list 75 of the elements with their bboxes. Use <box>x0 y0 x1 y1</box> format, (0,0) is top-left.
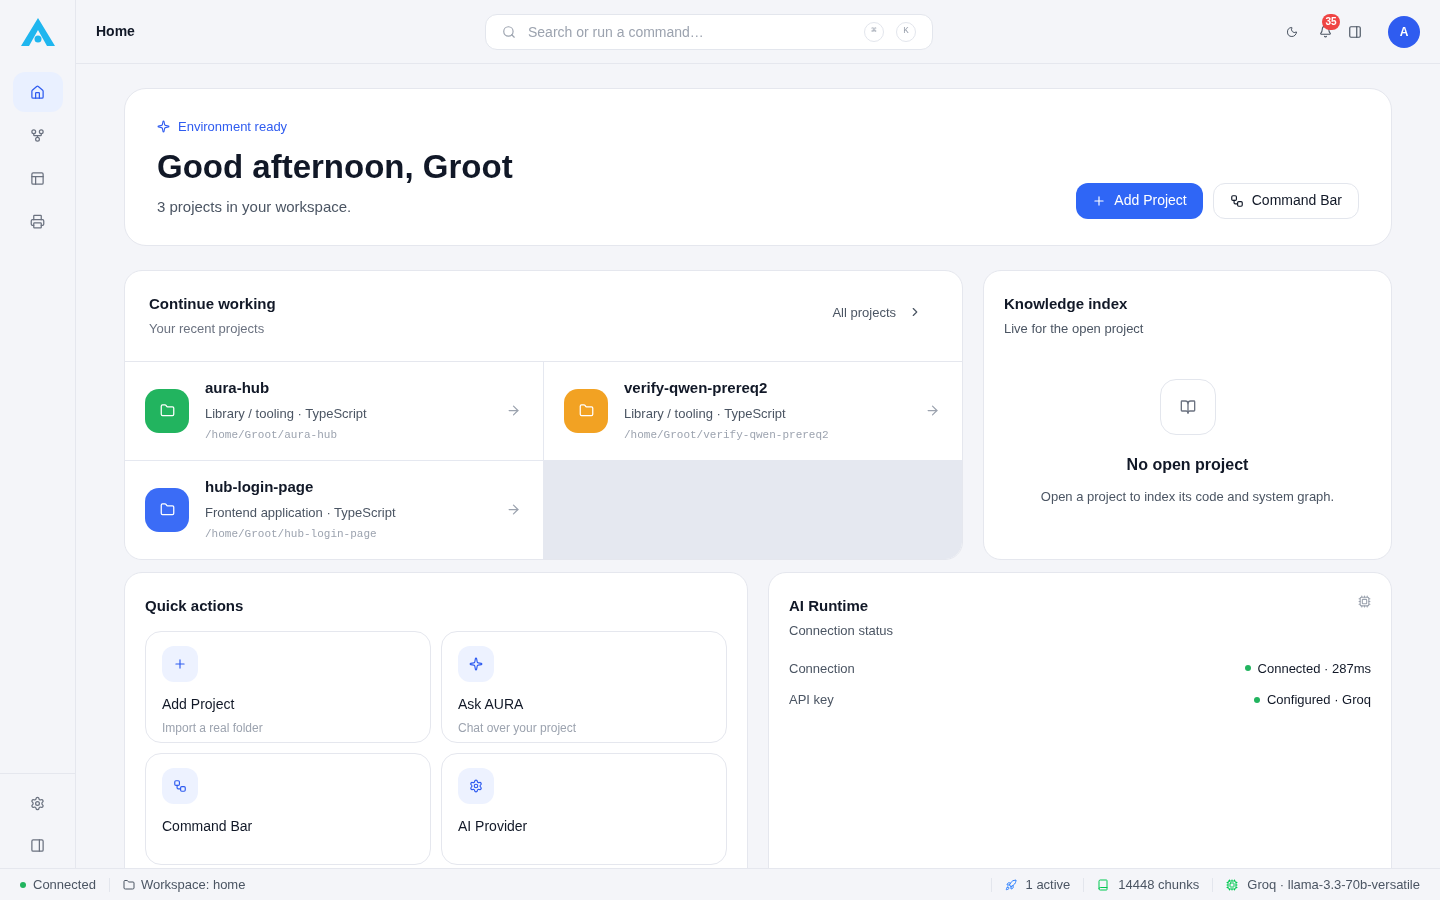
project-item[interactable]: hub-login-page Frontend application · TypeScript /home/Groot/hub-login-page <box>125 460 543 559</box>
summary-text: 3 projects in your workspace. <box>157 197 353 218</box>
status-text: Environment ready <box>178 118 288 136</box>
cpu-icon[interactable] <box>1358 594 1371 608</box>
empty-title: No open project <box>1126 454 1249 475</box>
add-project-button[interactable]: Add Project <box>1076 182 1203 219</box>
arrow-icon <box>506 502 521 518</box>
action-card[interactable]: Command Bar <box>145 753 431 866</box>
cpu-icon <box>1226 878 1239 891</box>
project-name: aura-hub <box>205 378 271 399</box>
folder-icon <box>159 403 175 419</box>
panel-icon[interactable] <box>1348 24 1362 39</box>
nodes-icon <box>173 779 187 794</box>
sparkle-icon <box>157 120 170 134</box>
project-meta: Library / tooling · TypeScript <box>205 404 368 423</box>
project-path: /home/Groot/hub-login-page <box>205 527 378 543</box>
folder-icon <box>122 878 135 891</box>
command-bar-button[interactable]: Command Bar <box>1212 182 1359 219</box>
project-meta: Frontend application · TypeScript <box>205 503 397 522</box>
branch-icon <box>30 127 45 143</box>
book-icon <box>1179 398 1196 415</box>
nav-item[interactable] <box>12 72 63 112</box>
empty-text: Open a project to index its code and system graph. <box>1040 487 1335 506</box>
plus-icon <box>1092 193 1107 208</box>
project-name: hub-login-page <box>205 477 315 498</box>
row-label: Connection <box>789 659 855 678</box>
row-label: API key <box>789 691 834 710</box>
avatar[interactable]: A <box>1388 15 1420 48</box>
project-item[interactable]: aura-hub Library / tooling · TypeScript /home/Groot/aura-hub <box>125 361 543 460</box>
search-icon <box>502 25 516 39</box>
plus-icon <box>173 657 187 672</box>
moon-icon[interactable] <box>1286 25 1298 38</box>
search-input[interactable]: Search or run a command… <box>528 21 852 43</box>
status-item: Groq · llama-3.3-70b-versatile <box>1247 875 1420 894</box>
layout-icon <box>30 170 45 186</box>
card-title: AI Runtime <box>789 595 870 616</box>
action-card[interactable]: Ask AURA Chat over your project <box>441 631 727 744</box>
project-path: /home/Groot/verify-qwen-prereq2 <box>624 428 830 444</box>
home-icon <box>30 84 45 100</box>
card-subtitle: Live for the open project <box>1004 320 1145 339</box>
action-card[interactable]: Add Project Import a real folder <box>145 631 431 744</box>
notification-icon[interactable] <box>1318 25 1332 38</box>
folder-icon <box>578 403 594 419</box>
connection-status: Connected <box>33 875 96 894</box>
greeting: Good afternoon, Groot <box>157 146 513 187</box>
printer-icon <box>30 213 45 229</box>
project-item[interactable]: verify-qwen-prereq2 Library / tooling · TypeScript /home/Groot/verify-qwen-prereq2 <box>544 361 962 460</box>
logo-icon <box>19 17 56 47</box>
rocket-icon <box>1004 878 1017 891</box>
status-item: 14448 chunks <box>1118 875 1200 894</box>
row-value: Configured · Groq <box>1266 691 1371 710</box>
arrow-icon <box>925 403 940 419</box>
card-title: Quick actions <box>145 595 245 616</box>
page-title: Home <box>96 22 135 41</box>
status-item: 1 active <box>1025 875 1071 894</box>
workspace-label: Workspace: home <box>140 875 246 894</box>
action-card[interactable]: AI Provider <box>441 753 727 866</box>
book-icon <box>1097 878 1110 891</box>
card-title: Continue working <box>149 293 276 314</box>
notification-badge: 35 <box>1322 13 1340 30</box>
project-path: /home/Groot/aura-hub <box>205 428 339 444</box>
panel-icon <box>30 837 45 853</box>
arrow-icon <box>506 403 521 419</box>
card-subtitle: Connection status <box>789 622 894 641</box>
sparkle-icon <box>469 657 483 672</box>
project-meta: Library / tooling · TypeScript <box>624 404 787 423</box>
settings-icon <box>469 779 483 794</box>
folder-icon <box>159 502 175 518</box>
nodes-icon <box>1229 193 1244 208</box>
all-projects-link[interactable]: All projects <box>832 302 922 323</box>
settings-icon <box>30 795 45 811</box>
row-value: Connected · 287ms <box>1257 659 1371 678</box>
card-title: Knowledge index <box>1004 293 1129 314</box>
project-name: verify-qwen-prereq2 <box>624 378 769 399</box>
card-subtitle: Your recent projects <box>149 320 266 339</box>
